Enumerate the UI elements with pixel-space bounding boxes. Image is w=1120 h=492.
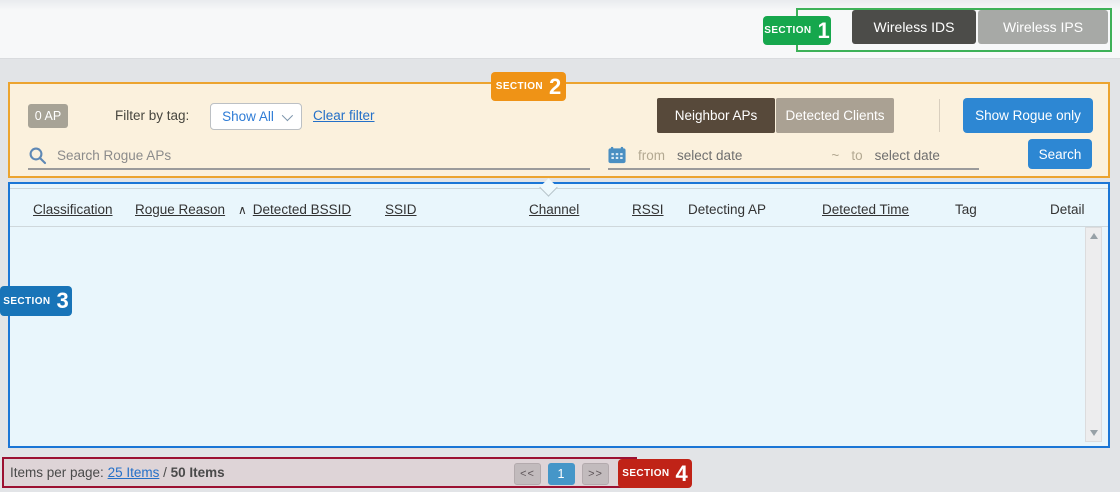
tab-wireless-ips[interactable]: Wireless IPS [978,10,1108,44]
col-ssid[interactable]: SSID [385,202,417,217]
tag-filter-dropdown[interactable]: Show All [210,103,302,130]
chevron-down-icon [282,109,293,120]
scroll-down-icon[interactable] [1086,425,1101,441]
rogue-ap-table: Classification Rogue Reason ∧Detected BS… [8,182,1110,448]
show-rogue-only-button[interactable]: Show Rogue only [963,98,1093,133]
search-button[interactable]: Search [1028,139,1092,169]
section-2-badge: SECTION 2 [491,72,566,101]
tag-dropdown-value: Show All [222,109,274,124]
rogue-ap-search-field[interactable] [28,142,590,170]
items-per-page-line: Items per page: 25 Items / 50 Items [10,465,225,480]
top-header-bar: Wireless IDS Wireless IPS [0,0,1120,59]
items-per-page-label: Items per page: [10,465,104,480]
search-icon [28,146,47,165]
section-1-badge: SECTION 1 [763,16,831,45]
items-separator: / [163,465,167,480]
table-header-row: Classification Rogue Reason ∧Detected BS… [10,189,1108,226]
pagination-bar: Items per page: 25 Items / 50 Items << 1… [2,457,637,488]
total-items-label: 50 Items [171,465,225,480]
filter-by-tag-label: Filter by tag: [115,108,189,123]
col-detail: Detail [1050,202,1085,217]
date-from-input[interactable]: select date [677,148,819,163]
date-range-field[interactable]: from select date ~ to select date [608,142,979,170]
section-4-badge: SECTION 4 [618,459,692,488]
date-to-input[interactable]: select date [875,148,979,163]
search-rogue-aps-input[interactable] [57,148,590,163]
vertical-divider [939,99,940,132]
col-rssi[interactable]: RSSI [632,202,664,217]
tab-wireless-ids[interactable]: Wireless IDS [852,10,976,44]
col-tag: Tag [955,202,977,217]
date-from-label: from [638,148,665,163]
page-size-link[interactable]: 25 Items [108,465,160,480]
next-page-button[interactable]: >> [582,463,609,485]
sort-ascending-icon: ∧ [238,203,247,217]
date-range-separator: ~ [831,148,839,163]
vertical-scrollbar[interactable] [1085,227,1102,442]
ap-count-badge: 0 AP [28,104,68,128]
col-classification[interactable]: Classification [33,202,113,217]
calendar-icon [608,146,626,164]
col-detected-bssid[interactable]: ∧Detected BSSID [238,202,351,217]
table-body-empty [10,227,1083,446]
date-to-label: to [851,148,862,163]
col-detecting-ap: Detecting AP [688,202,766,217]
section-3-badge: SECTION 3 [0,286,72,316]
detected-clients-tab[interactable]: Detected Clients [776,98,894,133]
prev-page-button[interactable]: << [514,463,541,485]
current-page-button[interactable]: 1 [548,463,575,485]
col-channel[interactable]: Channel [529,202,579,217]
neighbor-aps-tab[interactable]: Neighbor APs [657,98,775,133]
col-detected-time[interactable]: Detected Time [822,202,909,217]
scroll-up-icon[interactable] [1086,228,1101,244]
clear-filter-link[interactable]: Clear filter [313,108,375,123]
col-rogue-reason[interactable]: Rogue Reason [135,202,225,217]
